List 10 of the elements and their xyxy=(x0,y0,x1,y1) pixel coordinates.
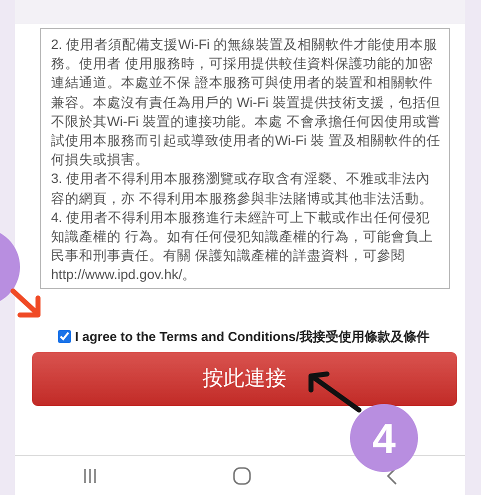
agree-label: I agree to the Terms and Conditions/我接受使用條款及條件 xyxy=(75,328,430,346)
terms-paragraph: 2. 使用者須配備支援Wi-Fi 的無線裝置及相關軟件才能使用本服務。使用者 使用服務時，可採用提供較佳資料保護功能的加密連結通道。本處並不保 證本服務可與使用者的裝置和相關軟件兼容。本處沒有責任為用戶的 Wi-Fi 裝置提供技術支援，包括但不限於其Wi-Fi 裝置的連接功能。本處 不會承擔任何因使用或嘗試使用本服務而引起或導致使用者的Wi-Fi 裝 置及相關軟件的任何損失或損害。 xyxy=(51,36,441,170)
terms-paragraph: 3. 使用者不得利用本服務瀏覽或存取含有淫褻、不雅或非法內容的網頁，亦 不得利用本服務參與非法賭博或其他非法活動。 xyxy=(51,170,434,208)
home-icon[interactable] xyxy=(232,466,252,486)
terms-paragraph: 4. 使用者不得利用本服務進行未經許可上下載或作出任何侵犯知識產權的 行為。如有任何侵犯知識產權的行為，可能會負上民事和刑事責任。有關 保護知識產權的詳盡資料，可參閱http://www.ipd.gov.hk/。 xyxy=(51,208,434,284)
recent-apps-icon[interactable] xyxy=(82,468,98,484)
pointer-arrow xyxy=(10,288,40,318)
connect-button[interactable]: 按此連接 xyxy=(32,352,457,406)
agree-checkbox[interactable] xyxy=(58,330,71,343)
pointer-arrow xyxy=(308,372,362,412)
